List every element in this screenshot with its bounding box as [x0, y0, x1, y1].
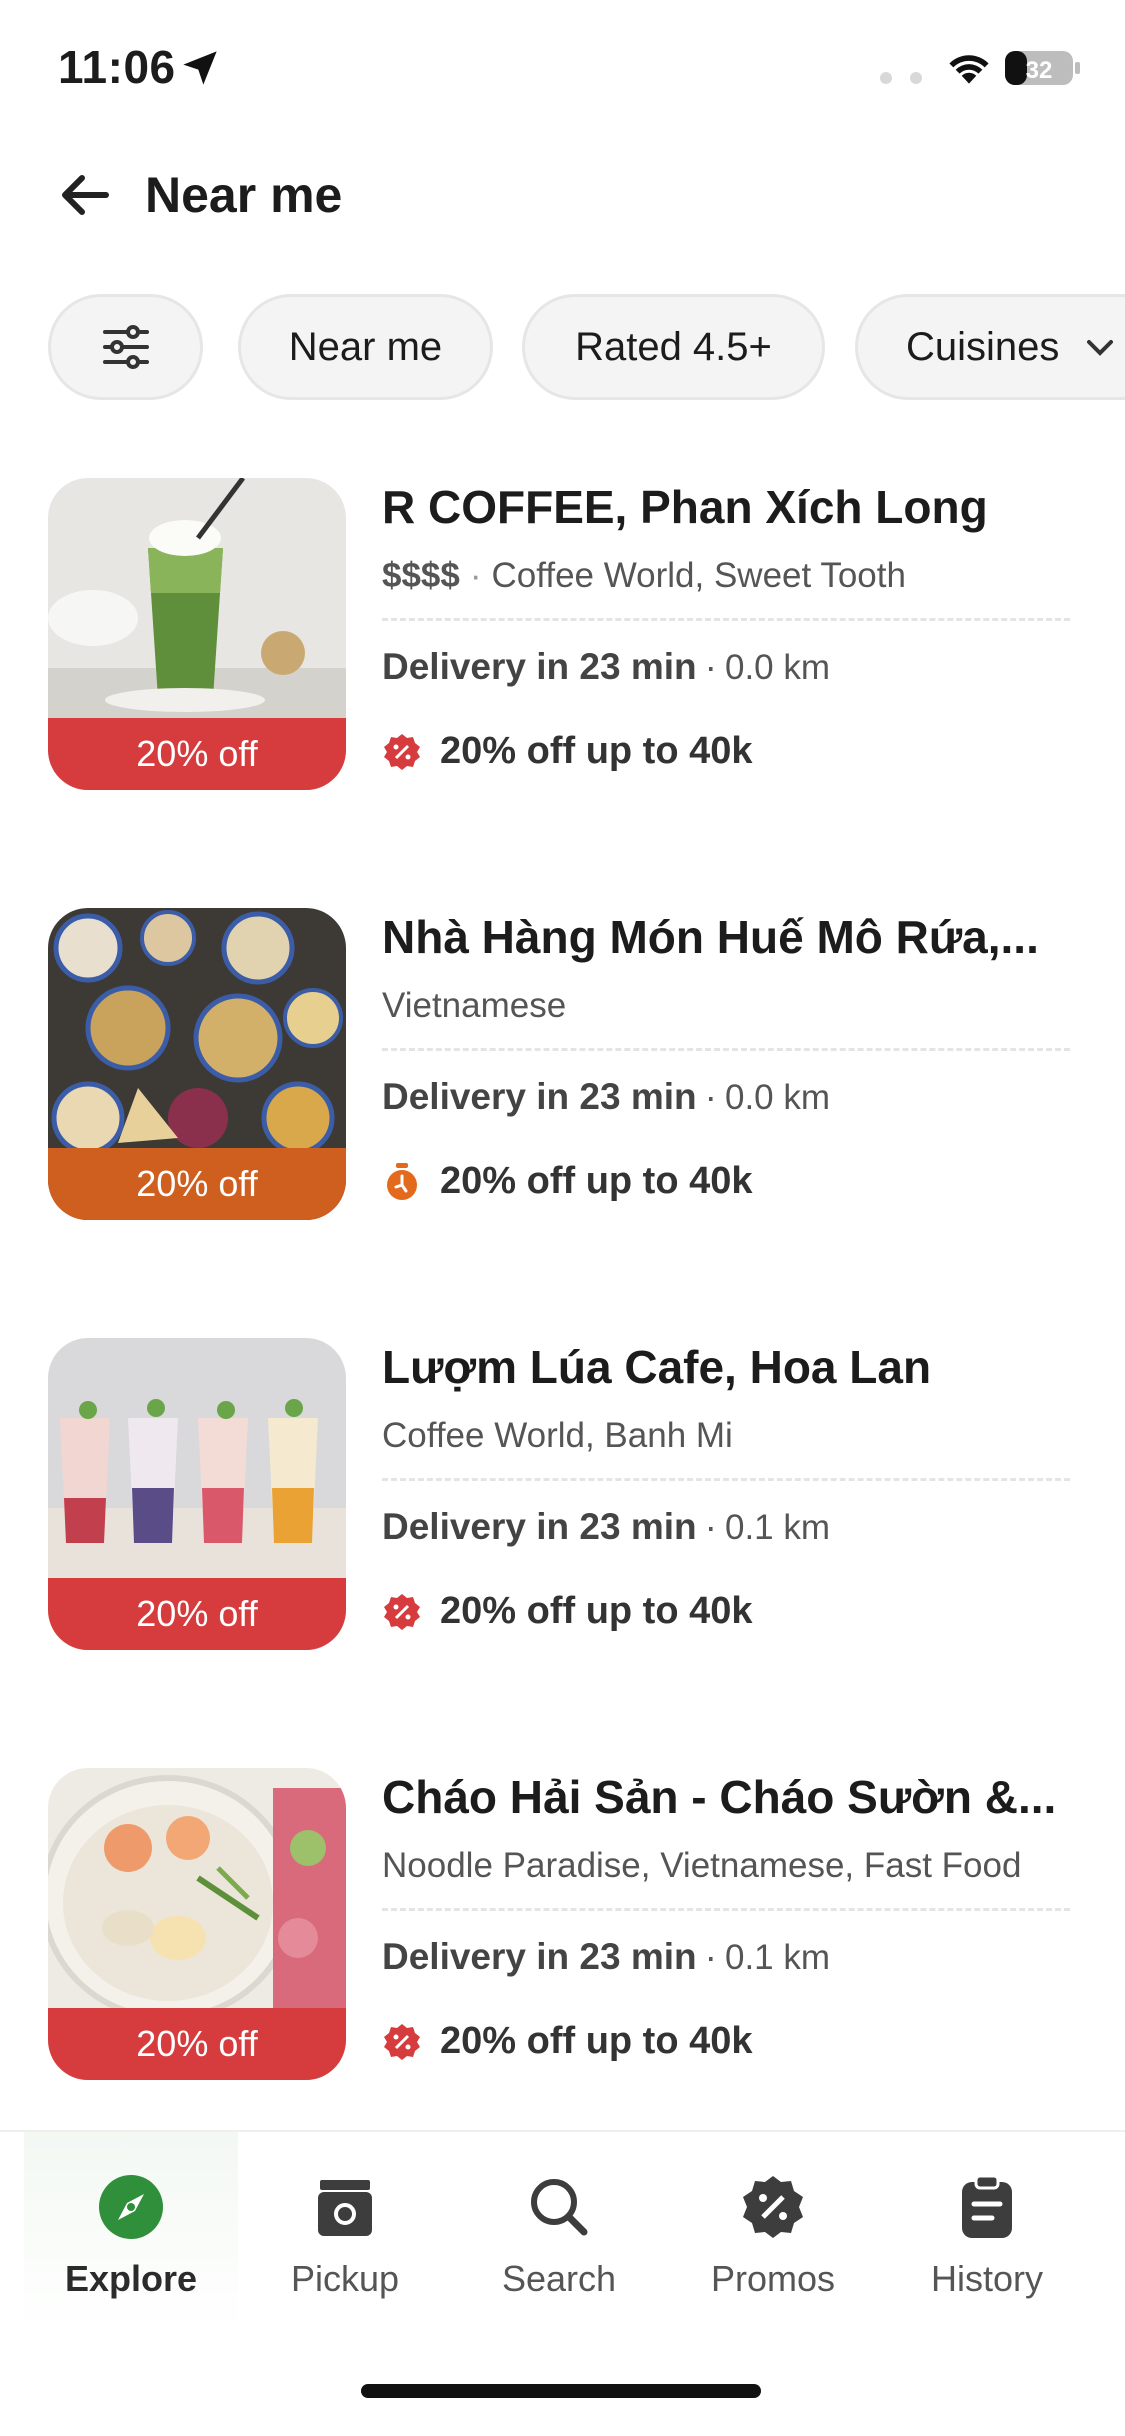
restaurant-categories: Coffee World, Banh Mi: [382, 1416, 733, 1455]
delivery-time: Delivery in 23 min: [382, 1076, 697, 1117]
divider: [382, 1908, 1070, 1911]
promo-text: 20% off up to 40k: [440, 1590, 753, 1632]
cellular-signal-icon: [880, 72, 922, 84]
delivery-time: Delivery in 23 min: [382, 646, 697, 687]
nav-history[interactable]: History: [880, 2132, 1094, 2332]
chip-near-me[interactable]: Near me: [238, 294, 493, 400]
promo-text: 20% off up to 40k: [440, 730, 753, 772]
nav-label: Search: [501, 2258, 617, 2299]
filter-chip-bar: Near me Rated 4.5+ Cuisines: [0, 290, 1125, 405]
promo-text: 20% off up to 40k: [440, 2020, 753, 2062]
chip-label: Rated 4.5+: [575, 324, 772, 369]
battery-icon: 32: [1005, 51, 1080, 85]
restaurant-card[interactable]: 20% off Nhà Hàng Món Huế Mô Rứa,... Viet…: [0, 908, 1125, 1238]
separator-dot: ·: [469, 556, 482, 595]
discount-badge: 20% off: [48, 2008, 346, 2080]
distance: 0.1 km: [724, 1938, 831, 1977]
nav-label: Promos: [710, 2258, 836, 2299]
promo-info: 20% off up to 40k: [382, 1160, 753, 1203]
restaurant-card[interactable]: 20% off Lượm Lúa Cafe, Hoa Lan Coffee Wo…: [0, 1338, 1125, 1668]
divider: [382, 618, 1070, 621]
delivery-info: Delivery in 23 min · 0.1 km: [382, 1936, 830, 1978]
delivery-info: Delivery in 23 min · 0.0 km: [382, 646, 830, 688]
nav-pickup[interactable]: Pickup: [238, 2132, 452, 2332]
restaurant-categories: Noodle Paradise, Vietnamese, Fast Food: [382, 1846, 1022, 1885]
home-indicator: [361, 2384, 761, 2398]
separator-dot: ·: [704, 1076, 717, 1117]
restaurant-categories-row: $$$$ · Coffee World, Sweet Tooth: [382, 556, 1082, 596]
timer-icon: [387, 1162, 417, 1200]
back-arrow-icon[interactable]: [50, 160, 120, 230]
nav-promos[interactable]: Promos: [666, 2132, 880, 2332]
restaurant-name: R COFFEE, Phan Xích Long: [382, 481, 988, 533]
chip-rated[interactable]: Rated 4.5+: [522, 294, 825, 400]
nav-search[interactable]: Search: [452, 2132, 666, 2332]
clipboard-icon: [962, 2174, 1012, 2238]
restaurant-thumbnail: 20% off: [48, 908, 346, 1220]
filter-settings-button[interactable]: [48, 294, 203, 400]
discount-icon: [384, 733, 420, 770]
restaurant-categories: Vietnamese: [382, 986, 567, 1025]
search-icon: [531, 2179, 588, 2236]
compass-icon: [99, 2175, 163, 2239]
restaurant-thumbnail: 20% off: [48, 1338, 346, 1650]
divider: [382, 1478, 1070, 1481]
distance: 0.0 km: [724, 1078, 831, 1117]
separator-dot: ·: [704, 1506, 717, 1547]
nav-label: Pickup: [290, 2258, 400, 2299]
discount-icon: [384, 1593, 420, 1630]
nav-label: Explore: [64, 2258, 198, 2299]
promo-info: 20% off up to 40k: [382, 2020, 753, 2063]
restaurant-categories: Coffee World, Sweet Tooth: [491, 556, 906, 595]
chip-label: Near me: [288, 324, 443, 369]
nav-explore[interactable]: Explore: [24, 2132, 238, 2332]
promo-info: 20% off up to 40k: [382, 1590, 753, 1633]
price-level: $$$$: [382, 556, 460, 595]
restaurant-name: Lượm Lúa Cafe, Hoa Lan: [382, 1341, 932, 1393]
discount-badge: 20% off: [48, 1578, 346, 1650]
separator-dot: ·: [704, 646, 717, 687]
chevron-down-icon: [1087, 340, 1114, 356]
delivery-time: Delivery in 23 min: [382, 1506, 697, 1547]
restaurant-card[interactable]: 20% off R COFFEE, Phan Xích Long $$$$ · Co…: [0, 478, 1125, 808]
separator-dot: ·: [704, 1936, 717, 1977]
restaurant-card[interactable]: 20% off Cháo Hải Sản - Cháo Sườn &... No…: [0, 1768, 1125, 2098]
restaurant-name: Nhà Hàng Món Huế Mô Rứa,...: [382, 911, 1039, 963]
restaurant-thumbnail: 20% off: [48, 478, 346, 790]
discount-icon: [743, 2176, 803, 2238]
battery-level: 32: [1026, 57, 1053, 84]
nav-label: History: [930, 2258, 1043, 2299]
promo-info: 20% off up to 40k: [382, 730, 753, 773]
distance: 0.1 km: [724, 1508, 831, 1547]
discount-icon: [384, 2023, 420, 2060]
chip-label: Cuisines: [906, 324, 1060, 369]
wifi-icon: [949, 55, 989, 84]
status-bar: 11:06 32: [0, 0, 1125, 130]
location-arrow-icon: [183, 51, 217, 85]
discount-badge: 20% off: [48, 718, 346, 790]
divider: [382, 1048, 1070, 1051]
discount-badge: 20% off: [48, 1148, 346, 1220]
delivery-info: Delivery in 23 min · 0.0 km: [382, 1076, 830, 1118]
sliders-icon: [102, 325, 149, 369]
chip-cuisines[interactable]: Cuisines: [855, 294, 1125, 400]
status-time: 11:06: [58, 41, 176, 93]
promo-text: 20% off up to 40k: [440, 1160, 753, 1202]
restaurant-name: Cháo Hải Sản - Cháo Sườn &...: [382, 1771, 1057, 1823]
delivery-info: Delivery in 23 min · 0.1 km: [382, 1506, 830, 1548]
distance: 0.0 km: [724, 648, 831, 687]
store-icon: [318, 2180, 372, 2236]
restaurant-thumbnail: 20% off: [48, 1768, 346, 2080]
delivery-time: Delivery in 23 min: [382, 1936, 697, 1977]
page-title: Near me: [145, 167, 343, 223]
